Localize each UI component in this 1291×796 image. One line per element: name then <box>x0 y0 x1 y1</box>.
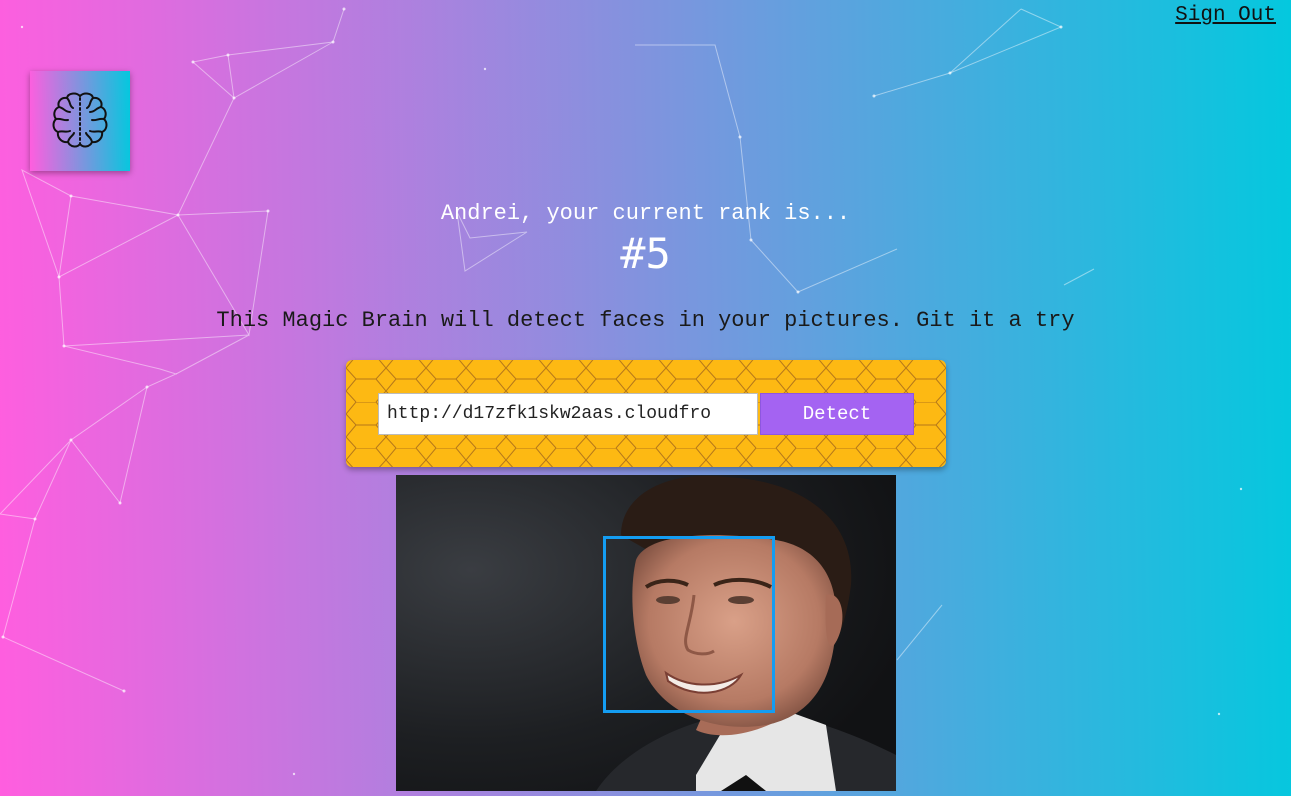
face-bounding-box <box>603 536 775 713</box>
tagline: This Magic Brain will detect faces in yo… <box>216 308 1075 333</box>
sign-out-link[interactable]: Sign Out <box>1175 4 1276 27</box>
rank-value: #5 <box>620 229 671 278</box>
brain-icon <box>52 92 108 148</box>
rank-intro: Andrei, your current rank is... <box>440 201 851 226</box>
detect-button[interactable]: Detect <box>760 393 914 435</box>
face-photo <box>396 475 896 791</box>
logo <box>30 71 130 171</box>
image-url-form: Detect <box>346 360 946 467</box>
image-url-input[interactable] <box>378 393 758 435</box>
